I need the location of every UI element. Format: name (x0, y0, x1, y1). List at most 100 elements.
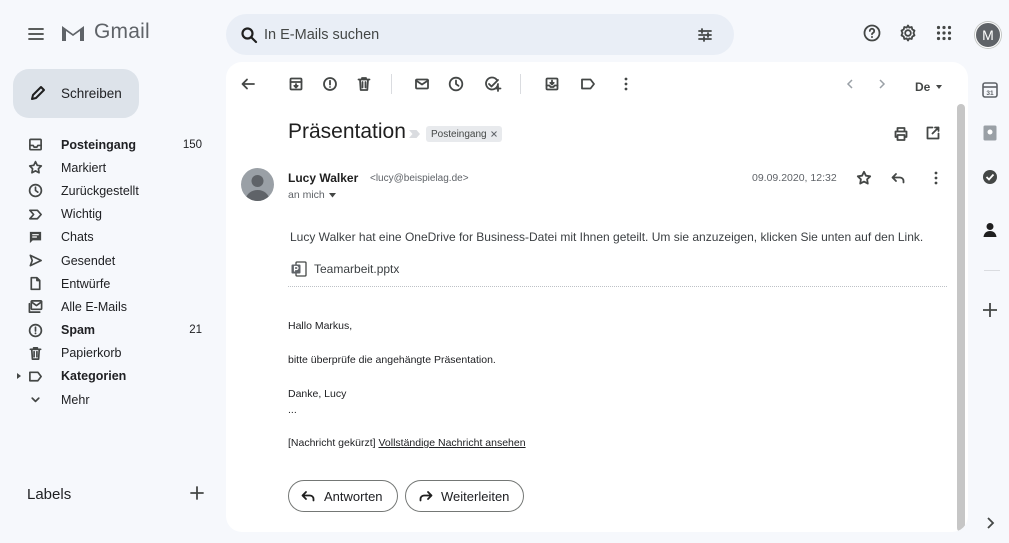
toolbar-divider (391, 74, 392, 94)
attachment-filename: Teamarbeit.pptx (314, 262, 400, 276)
back-arrow-icon[interactable] (240, 76, 256, 92)
label-as-icon[interactable] (580, 76, 596, 92)
spam-icon (28, 323, 43, 337)
onedrive-share-text: Lucy Walker hat eine OneDrive for Busine… (290, 230, 924, 244)
search-bar[interactable]: In E-Mails suchen (226, 14, 734, 55)
sidebar-item-trash[interactable]: Papierkorb (0, 342, 220, 365)
open-new-window-icon[interactable] (925, 125, 941, 141)
move-to-icon[interactable] (544, 76, 560, 92)
mark-unread-icon[interactable] (414, 76, 430, 92)
gmail-m-icon (62, 26, 84, 41)
reply-button[interactable]: Antworten (288, 480, 398, 512)
attachment-link[interactable]: Teamarbeit.pptx (290, 260, 399, 278)
sender-email: <lucy@beispielag.de> (370, 173, 469, 184)
sidebar-item-snoozed[interactable]: Zurückgestellt (0, 179, 220, 202)
sidebar-item-count: 21 (189, 324, 202, 337)
more-vert-icon[interactable] (930, 170, 942, 186)
important-marker-icon[interactable] (409, 130, 421, 138)
sidebar-item-inbox[interactable]: Posteingang 150 (0, 133, 220, 156)
help-icon[interactable] (863, 24, 881, 42)
input-language-label[interactable]: De (915, 80, 930, 94)
report-spam-icon[interactable] (322, 76, 338, 92)
important-icon (29, 209, 42, 220)
sidebar-item-drafts[interactable]: Entwürfe (0, 272, 220, 295)
more-vert-icon[interactable] (618, 76, 634, 92)
reply-icon[interactable] (890, 170, 906, 186)
keep-icon[interactable] (980, 123, 1000, 143)
email-signoff: Danke, Lucy (288, 388, 347, 400)
sidebar-item-label: Spam (61, 323, 96, 338)
recipient-details[interactable]: an mich (288, 189, 336, 201)
snooze-clock-icon[interactable] (448, 76, 464, 92)
email-greeting: Hallo Markus, (288, 320, 353, 332)
inbox-icon (29, 138, 42, 151)
star-icon (28, 161, 43, 174)
add-task-icon[interactable] (484, 76, 502, 92)
search-input[interactable]: In E-Mails suchen (264, 27, 379, 43)
sidebar-item-label: Mehr (61, 392, 90, 407)
badge-label: Posteingang (431, 128, 487, 140)
sender-avatar[interactable] (241, 168, 274, 201)
tasks-icon[interactable] (980, 167, 1000, 187)
sidebar-item-label: Posteingang (61, 137, 137, 152)
email-body-text: bitte überprüfe die angehängte Präsentat… (288, 354, 496, 366)
contacts-icon[interactable] (980, 220, 1000, 240)
add-label-icon[interactable] (189, 485, 205, 501)
compose-button[interactable]: Schreiben (13, 69, 139, 118)
email-date: 09.09.2020, 12:32 (752, 172, 837, 184)
caret-down-icon (328, 192, 336, 197)
star-icon[interactable] (856, 170, 872, 186)
search-icon[interactable] (240, 26, 258, 44)
view-full-message-link[interactable]: Vollständige Nachricht ansehen (378, 437, 525, 449)
reply-icon (301, 491, 315, 502)
vertical-scrollbar[interactable] (957, 104, 965, 532)
search-options-icon[interactable] (696, 26, 714, 44)
gmail-logo[interactable]: Gmail (60, 20, 150, 44)
add-addon-icon[interactable] (980, 300, 1000, 320)
archive-icon[interactable] (288, 76, 304, 92)
email-subject: Präsentation (288, 120, 406, 143)
gear-icon[interactable] (898, 23, 918, 43)
newer-chevron-icon[interactable] (843, 76, 857, 92)
person-icon (245, 175, 270, 201)
sidebar-item-spam[interactable]: Spam 21 (0, 319, 220, 342)
recipient-label: an mich (288, 189, 325, 201)
powerpoint-file-icon (291, 261, 307, 277)
sidebar-item-all-mail[interactable]: Alle E-Mails (0, 295, 220, 318)
sidebar-item-sent[interactable]: Gesendet (0, 249, 220, 272)
truncated-notice: [Nachricht gekürzt] Vollständige Nachric… (288, 437, 526, 449)
sidebar-item-starred[interactable]: Markiert (0, 156, 220, 179)
delete-icon[interactable] (356, 76, 372, 92)
forward-button[interactable]: Weiterleiten (405, 480, 525, 512)
app-name: Gmail (94, 20, 150, 43)
trimmed-content-ellipsis[interactable]: ... (288, 404, 297, 416)
calendar-icon[interactable]: 31 (980, 80, 1000, 100)
sidebar-item-important[interactable]: Wichtig (0, 203, 220, 226)
apps-grid-icon[interactable] (936, 25, 952, 41)
all-mail-icon (28, 300, 43, 314)
sender-name[interactable]: Lucy Walker (288, 171, 358, 185)
sidebar-item-categories[interactable]: Kategorien (0, 365, 220, 388)
account-avatar[interactable]: M (975, 22, 1001, 48)
print-icon[interactable] (893, 126, 909, 142)
trash-icon (29, 346, 42, 360)
forward-icon (419, 491, 433, 502)
rail-divider (984, 270, 1000, 271)
message-panel: De Präsentation Posteingang Lucy Walker … (226, 62, 968, 532)
sidebar-item-label: Chats (61, 230, 94, 245)
toolbar-divider (520, 74, 521, 94)
main-menu-button[interactable] (26, 24, 46, 44)
older-chevron-icon[interactable] (875, 76, 889, 92)
sidebar-item-chats[interactable]: Chats (0, 226, 220, 249)
language-dropdown-icon[interactable] (936, 85, 942, 89)
sidebar-item-label: Papierkorb (61, 346, 122, 361)
sidebar-item-label: Wichtig (61, 207, 102, 222)
expand-arrow-icon[interactable] (17, 372, 21, 379)
sidebar-item-label: Markiert (61, 160, 107, 175)
sidebar-nav: Posteingang 150 Markiert Zurückgestellt … (0, 133, 220, 411)
label-icon (29, 371, 42, 382)
remove-label-icon[interactable] (490, 131, 497, 137)
expand-side-panel-icon[interactable] (980, 513, 1000, 533)
sidebar-item-more[interactable]: Mehr (0, 388, 220, 411)
svg-text:31: 31 (986, 90, 994, 97)
